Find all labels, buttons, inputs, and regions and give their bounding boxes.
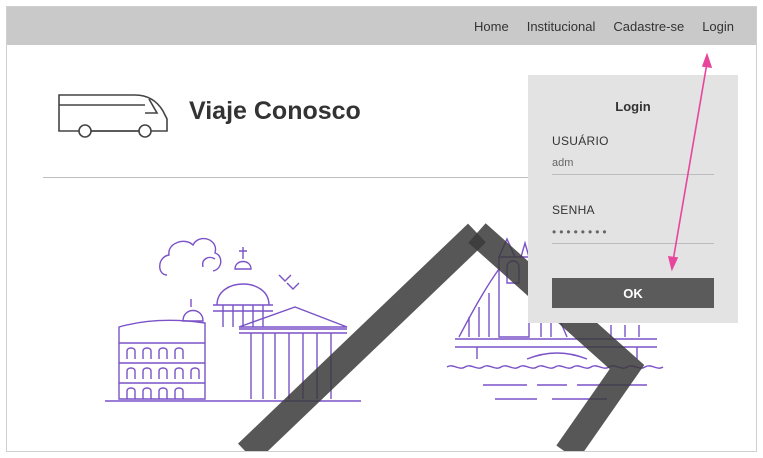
rome-illustration	[105, 237, 361, 402]
ok-button[interactable]: OK	[552, 278, 714, 308]
username-label: USUÁRIO	[552, 134, 609, 148]
page-frame: Home Institucional Cadastre-se Login Via…	[6, 6, 757, 452]
username-input[interactable]	[552, 152, 714, 175]
password-input[interactable]	[552, 221, 714, 244]
login-title: Login	[615, 99, 651, 114]
login-panel: Login USUÁRIO SENHA OK	[528, 75, 738, 323]
password-label: SENHA	[552, 203, 595, 217]
